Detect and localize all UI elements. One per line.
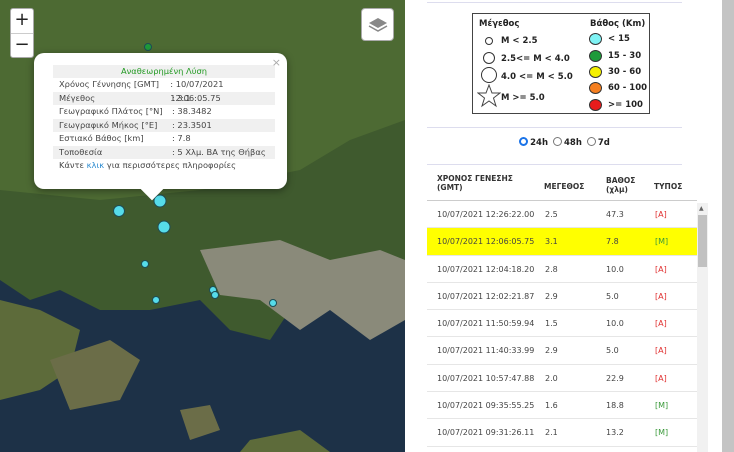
earthquake-marker[interactable] — [113, 205, 125, 217]
cell-depth: 5.0 — [606, 291, 619, 301]
layers-button[interactable] — [361, 8, 394, 41]
header-depth[interactable]: ΒΑΘΟΣ (χλμ) — [606, 176, 635, 194]
cell-depth: 7.8 — [606, 237, 619, 247]
star-icon — [477, 84, 501, 108]
earthquake-marker[interactable] — [141, 260, 149, 268]
cell-time: 10/07/2021 10:57:47.88 — [437, 373, 535, 383]
divider — [427, 2, 682, 3]
cell-magnitude: 2.5 — [545, 210, 558, 219]
cell-depth: 18.8 — [606, 401, 624, 411]
cell-time: 10/07/2021 12:06:05.75 — [437, 237, 535, 247]
cell-time: 10/07/2021 12:26:22.00 — [437, 210, 535, 219]
popup-close-button[interactable]: × — [272, 56, 281, 69]
divider — [427, 164, 682, 165]
cell-type: [M] — [655, 428, 669, 438]
cell-depth: 5.0 — [606, 346, 619, 356]
legend: Μέγεθος Βάθος (Km) M < 2.5 2.5<= M < 4.0… — [472, 13, 650, 114]
table-header: ΧΡΟΝΟΣ ΓΕΝΕΣΗΣ (GMT) ΜΕΓΕΘΟΣ ΒΑΘΟΣ (χλμ) Τ… — [427, 172, 697, 200]
table-row[interactable]: 10/07/2021 11:40:33.99 2.9 5.0 [A] — [427, 337, 697, 365]
cell-magnitude: 2.9 — [545, 346, 558, 356]
table-row[interactable]: 10/07/2021 12:04:18.20 2.8 10.0 [A] — [427, 256, 697, 283]
radio-24h[interactable] — [519, 137, 529, 146]
cell-magnitude: 1.5 — [545, 319, 558, 329]
scrollbar-thumb[interactable] — [698, 215, 707, 267]
cell-time: 10/07/2021 09:31:26.11 — [437, 428, 535, 438]
cell-time: 10/07/2021 12:04:18.20 — [437, 264, 535, 274]
popup-row: Γεωγραφικό Πλάτος [°N]: 38.3482 — [59, 106, 212, 116]
cell-time: 10/07/2021 11:40:33.99 — [437, 346, 535, 356]
table-row[interactable]: 10/07/2021 09:31:26.11 2.1 13.2 [M] — [427, 419, 697, 447]
divider — [427, 127, 682, 128]
cell-type: [A] — [655, 373, 667, 383]
cell-depth: 13.2 — [606, 428, 624, 438]
table-row[interactable]: 10/07/2021 11:50:59.94 1.5 10.0 [A] — [427, 310, 697, 338]
cell-magnitude: 2.9 — [545, 291, 558, 301]
earthquake-table: 10/07/2021 12:26:22.00 2.5 47.3 [A] 10/07… — [427, 201, 697, 447]
cell-type: [A] — [655, 319, 667, 329]
earthquake-marker[interactable] — [211, 291, 219, 299]
popup-title: Αναθεωρημένη Λύση — [53, 65, 275, 78]
map[interactable]: + − × Αναθεωρημένη Λύση Χρόνος Γέννησης … — [0, 0, 405, 452]
popup-row: Χρόνος Γέννησης [GMT]: 10/07/2021 12:06:… — [59, 79, 224, 103]
table-row[interactable]: 10/07/2021 09:35:55.25 1.6 18.8 [M] — [427, 392, 697, 420]
earthquake-popup: × Αναθεωρημένη Λύση Χρόνος Γέννησης [GMT… — [34, 53, 287, 201]
radio-7d[interactable] — [586, 137, 596, 146]
cell-magnitude: 2.8 — [545, 264, 558, 274]
zoom-control: + − — [10, 8, 34, 58]
table-row[interactable]: 10/07/2021 12:26:22.00 2.5 47.3 [A] — [427, 201, 697, 229]
cell-depth: 10.0 — [606, 319, 624, 329]
header-magnitude[interactable]: ΜΕΓΕΘΟΣ — [544, 182, 584, 191]
header-time[interactable]: ΧΡΟΝΟΣ ΓΕΝΕΣΗΣ (GMT) — [437, 174, 513, 192]
cell-depth: 22.9 — [606, 373, 624, 383]
table-scrollbar[interactable]: ▲ — [697, 203, 708, 452]
cell-type: [A] — [655, 264, 667, 274]
cell-magnitude: 2.0 — [545, 373, 558, 383]
size-circle-large — [481, 67, 497, 83]
header-type[interactable]: ΤΥΠΟΣ — [654, 182, 682, 191]
earthquake-list-panel: Μέγεθος Βάθος (Km) M < 2.5 2.5<= M < 4.0… — [405, 0, 722, 452]
radio-48h[interactable] — [553, 137, 562, 146]
size-circle-small — [485, 37, 493, 45]
popup-row: Μέγεθος: 3.1 — [53, 91, 275, 105]
size-circle-medium — [483, 52, 495, 64]
cell-depth: 10.0 — [606, 264, 624, 274]
earthquake-marker[interactable] — [157, 220, 171, 234]
period-selector: 24h 48h 7d — [405, 137, 722, 148]
earthquake-marker[interactable] — [144, 43, 152, 51]
cell-time: 10/07/2021 11:50:59.94 — [437, 319, 535, 329]
cell-type: [M] — [655, 401, 669, 411]
cell-time: 10/07/2021 12:02:21.87 — [437, 291, 535, 301]
cell-magnitude: 1.6 — [545, 401, 558, 411]
cell-magnitude: 3.1 — [545, 237, 558, 247]
more-info-link[interactable]: κλικ — [87, 160, 105, 170]
cell-type: [A] — [655, 210, 667, 219]
popup-footer: Κάντε κλικ για περισσότερες πληροφορίες — [59, 160, 237, 170]
zoom-in-button[interactable]: + — [11, 9, 33, 33]
cell-type: [M] — [655, 237, 669, 247]
table-row[interactable]: 10/07/2021 12:02:21.87 2.9 5.0 [A] — [427, 283, 697, 311]
earthquake-marker[interactable] — [152, 296, 160, 304]
cell-magnitude: 2.1 — [545, 428, 558, 438]
cell-type: [A] — [655, 291, 667, 301]
table-row[interactable]: 10/07/2021 12:06:05.75 3.1 7.8 [M] — [427, 228, 697, 256]
layers-icon — [368, 17, 387, 32]
cell-depth: 47.3 — [606, 210, 624, 219]
popup-row: Γεωγραφικό Μήκος [°E]: 23.3501 — [53, 118, 275, 132]
cell-time: 10/07/2021 09:35:55.25 — [437, 401, 535, 411]
page-scrollbar[interactable] — [722, 0, 734, 452]
popup-row: Τοποθεσία: 5 Χλμ. ΒΑ της Θήβας — [53, 145, 275, 159]
table-row[interactable]: 10/07/2021 10:57:47.88 2.0 22.9 [A] — [427, 365, 697, 393]
popup-row: Εστιακό Βάθος [km]: 7.8 — [59, 133, 191, 143]
earthquake-marker[interactable] — [269, 299, 277, 307]
zoom-out-button[interactable]: − — [11, 33, 33, 57]
cell-type: [A] — [655, 346, 667, 356]
